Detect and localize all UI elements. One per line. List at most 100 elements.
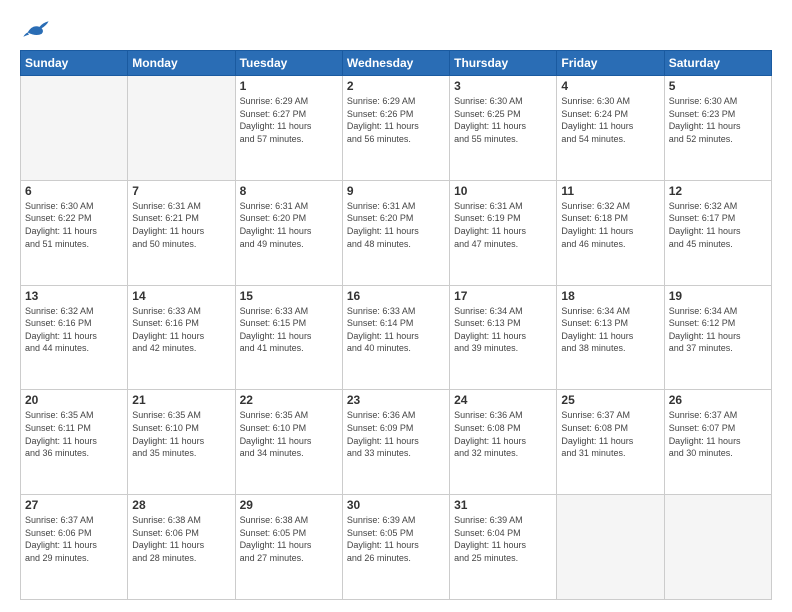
- week-row-2: 6 Sunrise: 6:30 AM Sunset: 6:22 PM Daylig…: [21, 180, 772, 285]
- calendar-cell: [664, 495, 771, 600]
- day-info: Sunrise: 6:39 AM Sunset: 6:04 PM Dayligh…: [454, 514, 552, 564]
- calendar-cell: 9 Sunrise: 6:31 AM Sunset: 6:20 PM Daylig…: [342, 180, 449, 285]
- day-number: 23: [347, 393, 445, 407]
- calendar-cell: [557, 495, 664, 600]
- calendar-cell: 20 Sunrise: 6:35 AM Sunset: 6:11 PM Dayli…: [21, 390, 128, 495]
- day-info: Sunrise: 6:37 AM Sunset: 6:07 PM Dayligh…: [669, 409, 767, 459]
- week-row-1: 1 Sunrise: 6:29 AM Sunset: 6:27 PM Daylig…: [21, 76, 772, 181]
- day-number: 1: [240, 79, 338, 93]
- day-info: Sunrise: 6:33 AM Sunset: 6:16 PM Dayligh…: [132, 305, 230, 355]
- day-info: Sunrise: 6:34 AM Sunset: 6:13 PM Dayligh…: [561, 305, 659, 355]
- day-number: 11: [561, 184, 659, 198]
- day-info: Sunrise: 6:36 AM Sunset: 6:08 PM Dayligh…: [454, 409, 552, 459]
- day-info: Sunrise: 6:29 AM Sunset: 6:26 PM Dayligh…: [347, 95, 445, 145]
- calendar-cell: 14 Sunrise: 6:33 AM Sunset: 6:16 PM Dayli…: [128, 285, 235, 390]
- calendar-cell: 15 Sunrise: 6:33 AM Sunset: 6:15 PM Dayli…: [235, 285, 342, 390]
- calendar-cell: 8 Sunrise: 6:31 AM Sunset: 6:20 PM Daylig…: [235, 180, 342, 285]
- day-info: Sunrise: 6:29 AM Sunset: 6:27 PM Dayligh…: [240, 95, 338, 145]
- day-number: 30: [347, 498, 445, 512]
- day-info: Sunrise: 6:31 AM Sunset: 6:21 PM Dayligh…: [132, 200, 230, 250]
- day-number: 26: [669, 393, 767, 407]
- week-row-4: 20 Sunrise: 6:35 AM Sunset: 6:11 PM Dayli…: [21, 390, 772, 495]
- day-number: 9: [347, 184, 445, 198]
- calendar-cell: 6 Sunrise: 6:30 AM Sunset: 6:22 PM Daylig…: [21, 180, 128, 285]
- day-info: Sunrise: 6:31 AM Sunset: 6:20 PM Dayligh…: [240, 200, 338, 250]
- day-info: Sunrise: 6:30 AM Sunset: 6:24 PM Dayligh…: [561, 95, 659, 145]
- calendar-cell: 31 Sunrise: 6:39 AM Sunset: 6:04 PM Dayli…: [450, 495, 557, 600]
- weekday-header-saturday: Saturday: [664, 51, 771, 76]
- calendar-cell: 24 Sunrise: 6:36 AM Sunset: 6:08 PM Dayli…: [450, 390, 557, 495]
- day-number: 5: [669, 79, 767, 93]
- day-info: Sunrise: 6:30 AM Sunset: 6:23 PM Dayligh…: [669, 95, 767, 145]
- day-info: Sunrise: 6:34 AM Sunset: 6:12 PM Dayligh…: [669, 305, 767, 355]
- day-number: 2: [347, 79, 445, 93]
- day-info: Sunrise: 6:32 AM Sunset: 6:18 PM Dayligh…: [561, 200, 659, 250]
- day-number: 31: [454, 498, 552, 512]
- day-info: Sunrise: 6:31 AM Sunset: 6:19 PM Dayligh…: [454, 200, 552, 250]
- logo-bird-icon: [22, 18, 50, 40]
- day-number: 16: [347, 289, 445, 303]
- weekday-header-wednesday: Wednesday: [342, 51, 449, 76]
- header: [20, 18, 772, 40]
- calendar-cell: 23 Sunrise: 6:36 AM Sunset: 6:09 PM Dayli…: [342, 390, 449, 495]
- weekday-header-friday: Friday: [557, 51, 664, 76]
- day-info: Sunrise: 6:33 AM Sunset: 6:15 PM Dayligh…: [240, 305, 338, 355]
- calendar-cell: 16Sunrise: 6:33 AM Sunset: 6:14 PM Dayli…: [342, 285, 449, 390]
- day-number: 18: [561, 289, 659, 303]
- calendar-cell: 26 Sunrise: 6:37 AM Sunset: 6:07 PM Dayli…: [664, 390, 771, 495]
- day-number: 20: [25, 393, 123, 407]
- calendar-cell: 29 Sunrise: 6:38 AM Sunset: 6:05 PM Dayli…: [235, 495, 342, 600]
- calendar-cell: 22 Sunrise: 6:35 AM Sunset: 6:10 PM Dayli…: [235, 390, 342, 495]
- day-info: Sunrise: 6:37 AM Sunset: 6:06 PM Dayligh…: [25, 514, 123, 564]
- day-number: 28: [132, 498, 230, 512]
- day-number: 22: [240, 393, 338, 407]
- weekday-header-tuesday: Tuesday: [235, 51, 342, 76]
- calendar-cell: 3 Sunrise: 6:30 AM Sunset: 6:25 PM Daylig…: [450, 76, 557, 181]
- day-number: 3: [454, 79, 552, 93]
- calendar-cell: 19 Sunrise: 6:34 AM Sunset: 6:12 PM Dayli…: [664, 285, 771, 390]
- calendar-cell: 10 Sunrise: 6:31 AM Sunset: 6:19 PM Dayli…: [450, 180, 557, 285]
- day-number: 4: [561, 79, 659, 93]
- day-info: Sunrise: 6:37 AM Sunset: 6:08 PM Dayligh…: [561, 409, 659, 459]
- day-number: 15: [240, 289, 338, 303]
- day-number: 25: [561, 393, 659, 407]
- calendar-cell: 25 Sunrise: 6:37 AM Sunset: 6:08 PM Dayli…: [557, 390, 664, 495]
- day-info: Sunrise: 6:38 AM Sunset: 6:05 PM Dayligh…: [240, 514, 338, 564]
- day-info: Sunrise: 6:39 AM Sunset: 6:05 PM Dayligh…: [347, 514, 445, 564]
- day-number: 21: [132, 393, 230, 407]
- calendar-table: SundayMondayTuesdayWednesdayThursdayFrid…: [20, 50, 772, 600]
- weekday-header-thursday: Thursday: [450, 51, 557, 76]
- logo: [20, 18, 52, 40]
- day-number: 12: [669, 184, 767, 198]
- weekday-header-monday: Monday: [128, 51, 235, 76]
- page: SundayMondayTuesdayWednesdayThursdayFrid…: [0, 0, 792, 612]
- day-info: Sunrise: 6:36 AM Sunset: 6:09 PM Dayligh…: [347, 409, 445, 459]
- weekday-header-sunday: Sunday: [21, 51, 128, 76]
- calendar-cell: 11 Sunrise: 6:32 AM Sunset: 6:18 PM Dayli…: [557, 180, 664, 285]
- calendar-cell: 4 Sunrise: 6:30 AM Sunset: 6:24 PM Daylig…: [557, 76, 664, 181]
- day-number: 29: [240, 498, 338, 512]
- calendar-cell: 1 Sunrise: 6:29 AM Sunset: 6:27 PM Daylig…: [235, 76, 342, 181]
- calendar-cell: 28Sunrise: 6:38 AM Sunset: 6:06 PM Dayli…: [128, 495, 235, 600]
- calendar-cell: 2 Sunrise: 6:29 AM Sunset: 6:26 PM Daylig…: [342, 76, 449, 181]
- calendar-cell: [128, 76, 235, 181]
- day-info: Sunrise: 6:30 AM Sunset: 6:22 PM Dayligh…: [25, 200, 123, 250]
- week-row-5: 27Sunrise: 6:37 AM Sunset: 6:06 PM Dayli…: [21, 495, 772, 600]
- day-number: 8: [240, 184, 338, 198]
- day-info: Sunrise: 6:34 AM Sunset: 6:13 PM Dayligh…: [454, 305, 552, 355]
- day-info: Sunrise: 6:30 AM Sunset: 6:25 PM Dayligh…: [454, 95, 552, 145]
- day-number: 6: [25, 184, 123, 198]
- calendar-cell: 30 Sunrise: 6:39 AM Sunset: 6:05 PM Dayli…: [342, 495, 449, 600]
- day-number: 10: [454, 184, 552, 198]
- day-info: Sunrise: 6:31 AM Sunset: 6:20 PM Dayligh…: [347, 200, 445, 250]
- calendar-cell: 12Sunrise: 6:32 AM Sunset: 6:17 PM Dayli…: [664, 180, 771, 285]
- day-number: 24: [454, 393, 552, 407]
- weekday-header-row: SundayMondayTuesdayWednesdayThursdayFrid…: [21, 51, 772, 76]
- day-number: 17: [454, 289, 552, 303]
- day-info: Sunrise: 6:35 AM Sunset: 6:10 PM Dayligh…: [240, 409, 338, 459]
- day-number: 14: [132, 289, 230, 303]
- day-number: 7: [132, 184, 230, 198]
- day-info: Sunrise: 6:35 AM Sunset: 6:10 PM Dayligh…: [132, 409, 230, 459]
- day-info: Sunrise: 6:35 AM Sunset: 6:11 PM Dayligh…: [25, 409, 123, 459]
- day-number: 19: [669, 289, 767, 303]
